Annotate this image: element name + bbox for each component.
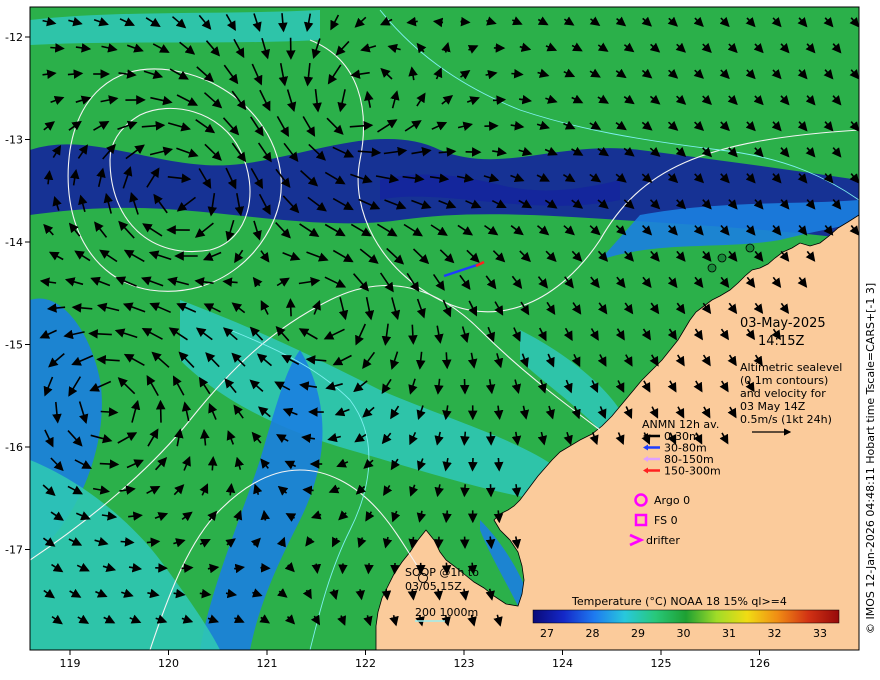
- lat-tick-label: -16: [5, 441, 23, 454]
- latitude-ticks: -12 -13 -14 -15 -16 -17: [5, 31, 30, 557]
- velocity-arrow: [493, 457, 504, 472]
- velocity-arrow: [485, 484, 496, 498]
- velocity-arrow: [485, 431, 496, 446]
- lat-tick-label: -14: [5, 236, 23, 249]
- legend-item-label: 150-300m: [664, 465, 721, 478]
- lon-tick-label: 124: [552, 657, 573, 670]
- argo-label: Argo 0: [654, 494, 690, 507]
- lon-tick-label: 119: [60, 657, 81, 670]
- lon-tick-label: 120: [158, 657, 179, 670]
- altimetry-line: Altimetric sealevel: [740, 361, 842, 374]
- altimetry-line: 0.5m/s (1kt 24h): [740, 413, 832, 426]
- depth-legend: 200 1000m: [415, 606, 478, 622]
- map-date: 03-May-2025: [740, 316, 826, 331]
- copyright-note: © IMOS 12-Jan-2026 04:48:11 Hobart time …: [864, 283, 877, 634]
- altimetry-line: (0.1m contours): [740, 374, 828, 387]
- colorbar-tick-label: 33: [813, 627, 827, 640]
- velocity-arrow: [155, 399, 166, 423]
- colorbar-tick-label: 32: [768, 627, 782, 640]
- velocity-arrow: [459, 378, 470, 395]
- lat-tick-label: -17: [5, 544, 23, 557]
- velocity-arrow: [442, 510, 452, 524]
- velocity-arrow: [493, 510, 504, 524]
- soop-line: SOOP @1h to: [405, 566, 479, 579]
- sst-map: 119 120 121 122 123 124 125 126 -12 -13 -14 -15 -16…: [5, 6, 877, 670]
- velocity-arrow: [511, 68, 524, 79]
- velocity-arrow: [460, 431, 470, 446]
- velocity-arrow: [364, 563, 374, 575]
- lat-tick-label: -13: [5, 134, 23, 147]
- velocity-arrow: [460, 484, 470, 498]
- altimetry-line: 03 May 14Z: [740, 400, 806, 413]
- velocity-arrow: [434, 536, 444, 549]
- velocity-arrow: [120, 537, 135, 547]
- velocity-arrow: [260, 562, 271, 573]
- colorbar-bar: [532, 609, 840, 624]
- velocity-arrow: [441, 352, 452, 370]
- velocity-arrow: [100, 407, 119, 417]
- depth-label: 200 1000m: [415, 606, 478, 619]
- colorbar-tick-label: 30: [677, 627, 691, 640]
- longitude-ticks: 119 120 121 122 123 124 125 126: [60, 650, 770, 670]
- colorbar-tick-label: 31: [722, 627, 736, 640]
- velocity-arrow: [381, 589, 392, 601]
- colorbar-title: Temperature (°C) NOAA 18 15% ql>=4: [571, 595, 787, 608]
- map-time: 14:15Z: [758, 334, 804, 349]
- velocity-arrow: [207, 456, 218, 471]
- lon-tick-label: 125: [651, 657, 672, 670]
- altimetry-line: and velocity for: [740, 387, 826, 400]
- lon-tick-label: 126: [749, 657, 770, 670]
- plot-area: [30, 7, 859, 650]
- colorbar-tick-label: 27: [540, 627, 554, 640]
- lon-tick-label: 121: [257, 657, 278, 670]
- velocity-arrow: [492, 95, 507, 105]
- velocity-arrow: [99, 459, 120, 469]
- mooring-marker: [745, 243, 755, 253]
- lat-tick-label: -15: [5, 339, 23, 352]
- colorbar-tick-label: 28: [586, 627, 600, 640]
- lon-tick-label: 122: [355, 657, 376, 670]
- mooring-marker: [717, 253, 727, 263]
- velocity-arrow: [50, 43, 65, 53]
- velocity-arrow: [408, 324, 418, 345]
- fs-label: FS 0: [654, 514, 678, 527]
- lon-tick-label: 123: [454, 657, 475, 670]
- velocity-arrow: [302, 485, 314, 496]
- velocity-arrow: [460, 16, 471, 27]
- lat-tick-label: -12: [5, 31, 23, 44]
- soop-line: 03/05 15Z: [405, 580, 462, 593]
- velocity-arrow: [338, 563, 348, 575]
- velocity-arrow: [311, 563, 322, 574]
- colorbar-tick-label: 29: [631, 627, 645, 640]
- velocity-arrow: [181, 563, 194, 573]
- drifter-label: drifter: [646, 534, 680, 547]
- velocity-arrow: [285, 298, 296, 317]
- mooring-marker: [707, 263, 717, 273]
- velocity-arrow: [468, 457, 478, 472]
